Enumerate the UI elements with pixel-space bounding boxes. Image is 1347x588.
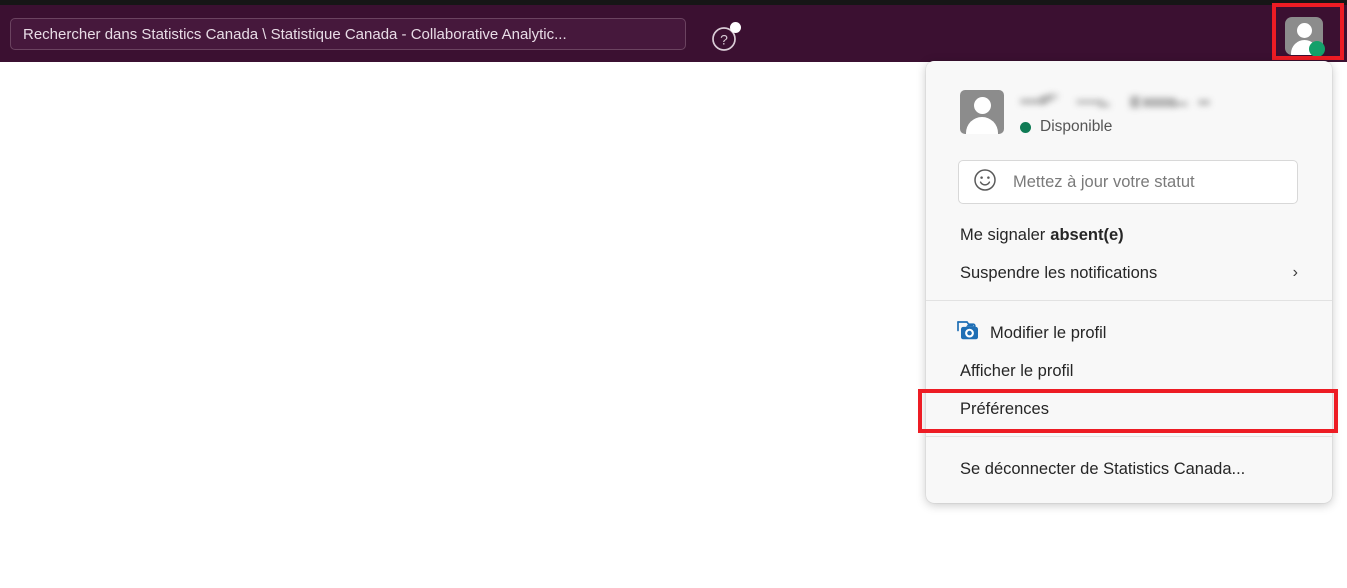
app-header: Rechercher dans Statistics Canada \ Stat… <box>0 5 1347 62</box>
menu-item-label: Modifier le profil <box>990 323 1107 342</box>
avatar-annotation-box[interactable] <box>1272 3 1344 60</box>
menu-item-label-bold: absent(e) <box>1050 225 1124 244</box>
menu-item-label: Se déconnecter de Statistics Canada... <box>960 459 1246 478</box>
presence-dot-icon <box>1020 121 1031 133</box>
menu-item-label: Afficher le profil <box>960 361 1074 380</box>
account-user-name <box>1020 92 1212 109</box>
status-input-placeholder: Mettez à jour votre statut <box>1013 172 1195 191</box>
menu-item-label: Suspendre les notifications <box>960 263 1158 282</box>
presence-label: Disponible <box>1040 118 1113 135</box>
avatar-body-shape <box>966 117 998 134</box>
chevron-right-icon: › <box>1292 264 1298 281</box>
menu-item-label: Préférences <box>960 399 1049 418</box>
menu-divider <box>926 436 1332 437</box>
menu-divider <box>926 300 1332 301</box>
svg-text:?: ? <box>720 32 728 48</box>
menu-item-sign-out[interactable]: Se déconnecter de Statistics Canada... <box>926 450 1332 488</box>
help-notification-badge <box>730 22 741 33</box>
status-input[interactable]: Mettez à jour votre statut <box>958 160 1298 204</box>
search-input[interactable]: Rechercher dans Statistics Canada \ Stat… <box>10 18 686 50</box>
menu-item-pause-notifications[interactable]: Suspendre les notifications › <box>926 254 1332 292</box>
help-button[interactable]: ? <box>710 22 741 53</box>
menu-item-set-away[interactable]: Me signaler absent(e) <box>926 216 1332 254</box>
account-presence: Disponible <box>1020 118 1212 136</box>
menu-item-edit-profile[interactable]: Modifier le profil <box>926 314 1332 352</box>
account-avatar <box>960 90 1004 134</box>
camera-icon <box>955 319 981 348</box>
account-profile-summary[interactable]: Disponible <box>960 90 1212 136</box>
account-menu-popup: Disponible Mettez à jour votre statut Me… <box>926 61 1332 503</box>
menu-item-preferences[interactable]: Préférences <box>926 390 1332 428</box>
smiley-icon <box>973 168 997 197</box>
menu-item-label: Me signaler <box>960 225 1046 244</box>
search-input-value: Rechercher dans Statistics Canada \ Stat… <box>23 25 567 43</box>
menu-item-view-profile[interactable]: Afficher le profil <box>926 352 1332 390</box>
avatar-head-shape <box>974 97 991 114</box>
